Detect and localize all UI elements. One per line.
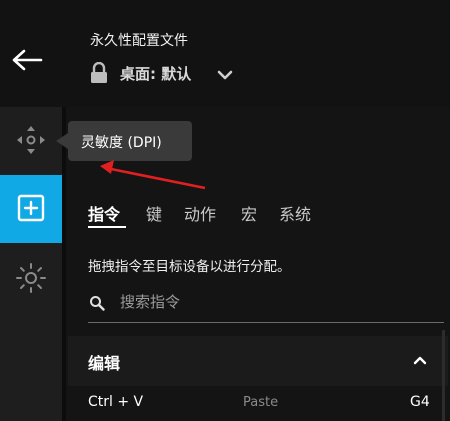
profile-selector[interactable]: 桌面: 默认 bbox=[120, 63, 191, 84]
tab-system[interactable]: 系统 bbox=[279, 201, 311, 225]
section-title: 编辑 bbox=[88, 354, 121, 373]
lock-icon bbox=[91, 62, 107, 83]
command-shortcut[interactable]: Ctrl + V bbox=[88, 394, 143, 410]
search-underline bbox=[88, 322, 444, 323]
command-description: Paste bbox=[243, 395, 279, 410]
tab-active-indicator bbox=[88, 226, 126, 228]
left-rail bbox=[0, 107, 62, 421]
chevron-down-icon[interactable] bbox=[216, 68, 234, 82]
top-bar: 永久性配置文件 桌面: 默认 bbox=[0, 0, 450, 107]
tab-commands[interactable]: 指令 bbox=[88, 201, 120, 225]
section-header-edit[interactable] bbox=[68, 336, 448, 386]
tooltip-arrow bbox=[56, 133, 68, 149]
sun-icon bbox=[16, 263, 46, 293]
rail-item-lighting[interactable] bbox=[0, 245, 62, 313]
chevron-up-icon[interactable] bbox=[413, 355, 427, 365]
command-binding: G4 bbox=[410, 394, 430, 410]
search-input[interactable] bbox=[120, 289, 420, 315]
search-icon bbox=[90, 296, 105, 311]
plus-square-icon bbox=[17, 194, 45, 222]
dpi-tooltip: 灵敏度 (DPI) bbox=[68, 121, 192, 161]
rail-item-dpi[interactable] bbox=[0, 107, 62, 175]
drag-hint: 拖拽指令至目标设备以进行分配。 bbox=[88, 259, 291, 275]
tooltip-text: 灵敏度 (DPI) bbox=[81, 135, 162, 151]
profile-title: 永久性配置文件 bbox=[90, 33, 188, 49]
tab-actions[interactable]: 动作 bbox=[184, 201, 216, 225]
scrollbar[interactable] bbox=[442, 330, 445, 421]
tab-keys[interactable]: 键 bbox=[146, 201, 162, 225]
back-arrow-icon[interactable] bbox=[11, 49, 43, 71]
rail-item-assign[interactable] bbox=[0, 175, 62, 243]
dpi-move-icon bbox=[17, 126, 45, 154]
tab-macros[interactable]: 宏 bbox=[241, 201, 257, 225]
